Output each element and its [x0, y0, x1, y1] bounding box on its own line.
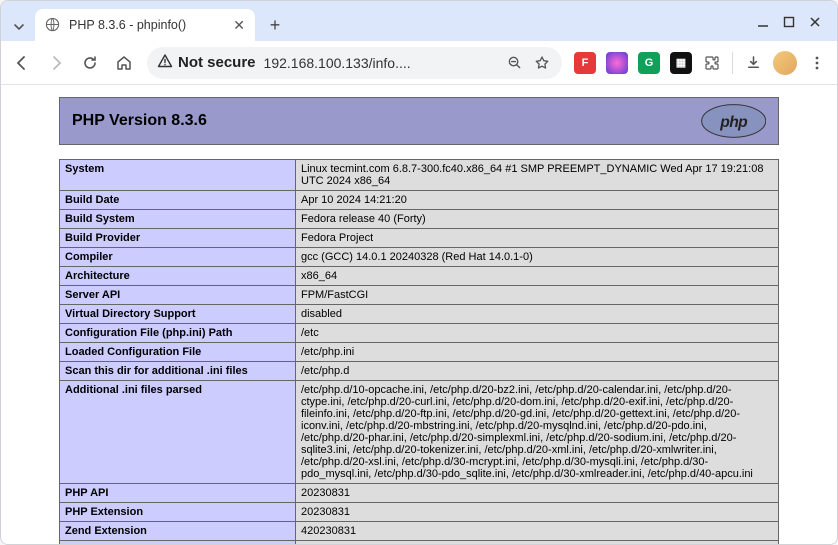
table-row: Configuration File (php.ini) Path/etc — [60, 324, 779, 343]
table-row: Virtual Directory Supportdisabled — [60, 305, 779, 324]
table-row: Loaded Configuration File/etc/php.ini — [60, 343, 779, 362]
back-button[interactable] — [11, 52, 33, 74]
row-key: Build Date — [60, 191, 296, 210]
tab-dropdown-icon[interactable] — [7, 13, 31, 41]
bookmark-star-icon[interactable] — [532, 53, 552, 73]
downloads-icon[interactable] — [743, 53, 763, 73]
not-secure-label: Not secure — [178, 54, 256, 71]
row-key: Configuration File (php.ini) Path — [60, 324, 296, 343]
table-row: Server APIFPM/FastCGI — [60, 286, 779, 305]
row-value: 20230831 — [296, 484, 779, 503]
menu-icon[interactable] — [807, 53, 827, 73]
window-controls — [757, 15, 831, 41]
reload-button[interactable] — [79, 52, 101, 74]
row-value: 420230831 — [296, 522, 779, 541]
browser-window: PHP 8.3.6 - phpinfo() ✕ + N — [0, 0, 838, 545]
extension-black-icon[interactable]: ▦ — [670, 52, 692, 74]
security-indicator[interactable]: Not secure — [157, 53, 256, 73]
row-value: Fedora Project — [296, 229, 779, 248]
address-bar[interactable]: Not secure 192.168.100.133/info.... — [147, 47, 562, 79]
extensions-puzzle-icon[interactable] — [702, 53, 722, 73]
forward-button[interactable] — [45, 52, 67, 74]
row-value: gcc (GCC) 14.0.1 20240328 (Red Hat 14.0.… — [296, 248, 779, 267]
table-row: Build DateApr 10 2024 14:21:20 — [60, 191, 779, 210]
page-title: PHP Version 8.3.6 — [72, 112, 207, 130]
toolbar-divider — [732, 52, 733, 74]
row-value: x86_64 — [296, 267, 779, 286]
row-key: PHP Extension — [60, 503, 296, 522]
row-value: Apr 10 2024 14:21:20 — [296, 191, 779, 210]
profile-avatar[interactable] — [773, 51, 797, 75]
phpinfo-table: SystemLinux tecmint.com 6.8.7-300.fc40.x… — [59, 159, 779, 544]
globe-icon — [45, 17, 61, 33]
row-value: API420230831,NTS — [296, 541, 779, 545]
row-key: Architecture — [60, 267, 296, 286]
page-viewport[interactable]: PHP Version 8.3.6 php SystemLinux tecmin… — [1, 85, 837, 544]
row-key: Additional .ini files parsed — [60, 381, 296, 484]
row-key: Virtual Directory Support — [60, 305, 296, 324]
row-key: Zend Extension — [60, 522, 296, 541]
home-button[interactable] — [113, 52, 135, 74]
row-key: Build Provider — [60, 229, 296, 248]
table-row: Build ProviderFedora Project — [60, 229, 779, 248]
row-value: Linux tecmint.com 6.8.7-300.fc40.x86_64 … — [296, 160, 779, 191]
row-value: Fedora release 40 (Forty) — [296, 210, 779, 229]
row-value: /etc/php.d — [296, 362, 779, 381]
php-header: PHP Version 8.3.6 php — [59, 97, 779, 145]
table-row: Build SystemFedora release 40 (Forty) — [60, 210, 779, 229]
table-row: Architecturex86_64 — [60, 267, 779, 286]
row-value: disabled — [296, 305, 779, 324]
tab-title: PHP 8.3.6 - phpinfo() — [69, 18, 186, 32]
table-row: Scan this dir for additional .ini files/… — [60, 362, 779, 381]
tab-strip: PHP 8.3.6 - phpinfo() ✕ + — [1, 1, 837, 41]
toolbar-right: F G ▦ — [574, 51, 827, 75]
table-row: Additional .ini files parsed/etc/php.d/1… — [60, 381, 779, 484]
row-key: Compiler — [60, 248, 296, 267]
extension-gradient-icon[interactable] — [606, 52, 628, 74]
phpinfo-page: PHP Version 8.3.6 php SystemLinux tecmin… — [1, 85, 837, 544]
row-key: System — [60, 160, 296, 191]
toolbar: Not secure 192.168.100.133/info.... F G … — [1, 41, 837, 85]
row-value: /etc/php.d/10-opcache.ini, /etc/php.d/20… — [296, 381, 779, 484]
row-value: /etc — [296, 324, 779, 343]
extension-grammarly-icon[interactable]: G — [638, 52, 660, 74]
php-logo: php — [701, 104, 766, 138]
table-row: Zend Extension420230831 — [60, 522, 779, 541]
zoom-icon[interactable] — [504, 53, 524, 73]
warning-icon — [157, 53, 173, 73]
close-tab-icon[interactable]: ✕ — [233, 17, 245, 34]
table-row: Zend Extension BuildAPI420230831,NTS — [60, 541, 779, 545]
table-row: SystemLinux tecmint.com 6.8.7-300.fc40.x… — [60, 160, 779, 191]
maximize-icon[interactable] — [783, 15, 795, 33]
table-row: Compilergcc (GCC) 14.0.1 20240328 (Red H… — [60, 248, 779, 267]
browser-tab[interactable]: PHP 8.3.6 - phpinfo() ✕ — [35, 9, 255, 41]
url-text: 192.168.100.133/info.... — [264, 55, 496, 71]
row-key: Zend Extension Build — [60, 541, 296, 545]
table-row: PHP Extension20230831 — [60, 503, 779, 522]
extension-flipboard-icon[interactable]: F — [574, 52, 596, 74]
minimize-icon[interactable] — [757, 15, 769, 33]
row-value: 20230831 — [296, 503, 779, 522]
row-value: /etc/php.ini — [296, 343, 779, 362]
row-key: Server API — [60, 286, 296, 305]
svg-text:php: php — [719, 114, 748, 131]
row-key: PHP API — [60, 484, 296, 503]
row-key: Loaded Configuration File — [60, 343, 296, 362]
row-value: FPM/FastCGI — [296, 286, 779, 305]
row-key: Build System — [60, 210, 296, 229]
row-key: Scan this dir for additional .ini files — [60, 362, 296, 381]
close-window-icon[interactable] — [809, 15, 821, 33]
new-tab-button[interactable]: + — [261, 11, 289, 39]
table-row: PHP API20230831 — [60, 484, 779, 503]
